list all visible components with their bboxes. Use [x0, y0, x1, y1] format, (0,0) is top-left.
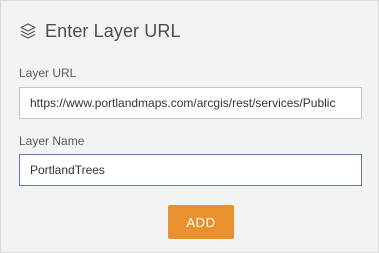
enter-layer-url-panel: Enter Layer URL Layer URL Layer Name ADD — [0, 0, 379, 253]
layer-name-label: Layer Name — [19, 134, 85, 148]
panel-title: Enter Layer URL — [45, 20, 181, 41]
panel-header: Enter Layer URL — [19, 19, 181, 43]
layer-name-input[interactable] — [19, 154, 362, 186]
layer-url-label: Layer URL — [19, 66, 77, 80]
add-button[interactable]: ADD — [168, 205, 234, 239]
layers-icon — [19, 22, 37, 40]
layer-url-input[interactable] — [19, 87, 362, 119]
